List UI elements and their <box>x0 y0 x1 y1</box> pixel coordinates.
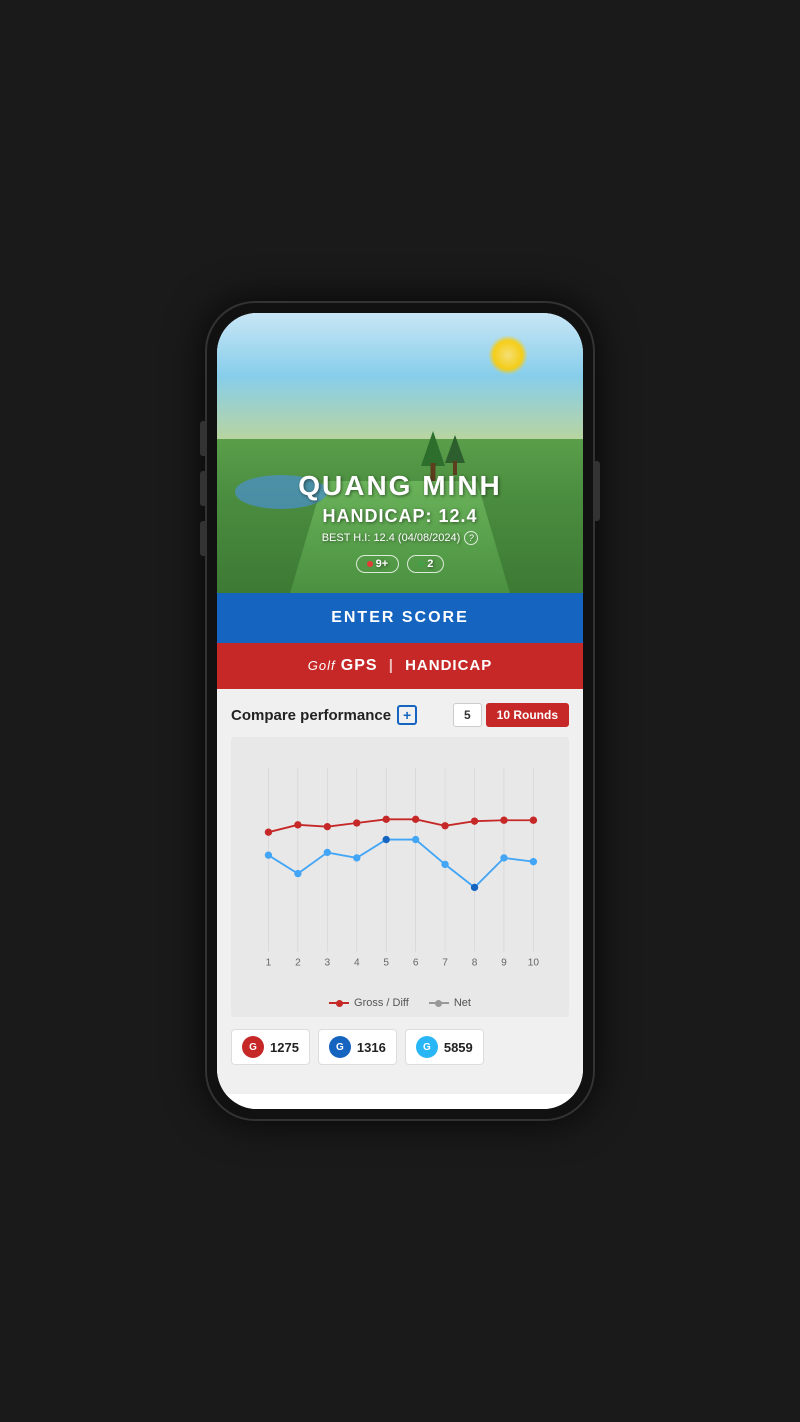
stat-card-0[interactable]: G 1275 <box>231 1029 310 1065</box>
svg-text:9: 9 <box>501 958 507 969</box>
stat-icon-1: G <box>329 1036 351 1058</box>
compare-title-group: Compare performance + <box>231 705 417 725</box>
svg-text:7: 7 <box>442 958 448 969</box>
hero-sky <box>217 313 583 439</box>
nav-item-location[interactable] <box>448 1104 498 1109</box>
legend-net-label: Net <box>454 997 471 1009</box>
svg-text:1: 1 <box>266 958 272 969</box>
badge-9plus-label: 9+ <box>376 558 389 570</box>
legend-line-gray <box>429 1002 449 1004</box>
stat-value-1: 1316 <box>357 1040 386 1055</box>
enter-score-button[interactable]: ENTER SCORE <box>217 593 583 643</box>
performance-chart: 1 2 3 4 5 6 7 8 9 10 <box>239 749 561 989</box>
legend-net: Net <box>429 997 471 1009</box>
rounds-5-button[interactable]: 5 <box>453 703 482 727</box>
group-icon <box>387 1108 413 1109</box>
gps-prefix: Golf <box>308 658 336 673</box>
player-name: QUANG MINH <box>298 470 502 502</box>
handicap-display: HANDICAP: 12.4 <box>298 506 502 527</box>
stat-value-0: 1275 <box>270 1040 299 1055</box>
help-icon[interactable]: ? <box>464 531 478 545</box>
hero-content: QUANG MINH HANDICAP: 12.4 BEST H.I: 12.4… <box>298 470 502 573</box>
apps-icon <box>533 1108 559 1109</box>
gps-handicap-button[interactable]: Golf GPS | HANDICAP <box>217 643 583 689</box>
legend-dot-gray <box>435 1000 442 1007</box>
gps-main: GPS <box>341 657 378 674</box>
compare-title-text: Compare performance <box>231 707 391 724</box>
legend-line-red <box>329 1002 349 1004</box>
badge-2: 2 <box>407 555 444 573</box>
rounds-selector: 5 10 Rounds <box>453 703 569 727</box>
svg-text:5: 5 <box>383 958 389 969</box>
hero-section: QUANG MINH HANDICAP: 12.4 BEST H.I: 12.4… <box>217 313 583 593</box>
stat-value-2: 5859 <box>444 1040 473 1055</box>
legend-gross-label: Gross / Diff <box>354 997 409 1009</box>
legend-dot-red <box>336 1000 343 1007</box>
main-content: Compare performance + 5 10 Rounds <box>217 689 583 1093</box>
location-icon <box>460 1108 486 1109</box>
chart-legend: Gross / Diff Net <box>239 997 561 1009</box>
stat-icon-2: G <box>416 1036 438 1058</box>
gps-suffix: HANDICAP <box>405 657 492 674</box>
gps-divider: | <box>389 657 394 674</box>
scroll-area[interactable]: QUANG MINH HANDICAP: 12.4 BEST H.I: 12.4… <box>217 313 583 1109</box>
stat-icon-0: G <box>242 1036 264 1058</box>
phone-frame: QUANG MINH HANDICAP: 12.4 BEST H.I: 12.4… <box>205 301 595 1121</box>
badge-2-label: 2 <box>427 558 433 570</box>
stat-card-1[interactable]: G 1316 <box>318 1029 397 1065</box>
phone-screen: QUANG MINH HANDICAP: 12.4 BEST H.I: 12.4… <box>217 313 583 1109</box>
nav-item-group[interactable] <box>375 1104 425 1109</box>
svg-text:3: 3 <box>325 958 331 969</box>
add-compare-button[interactable]: + <box>397 705 417 725</box>
legend-gross: Gross / Diff <box>329 997 409 1009</box>
profile-icon <box>314 1108 340 1109</box>
nav-item-home[interactable] <box>229 1104 279 1109</box>
svg-text:10: 10 <box>528 958 540 969</box>
best-hi-display: BEST H.I: 12.4 (04/08/2024) ? <box>298 531 502 545</box>
svg-text:8: 8 <box>472 958 478 969</box>
stat-card-2[interactable]: G 5859 <box>405 1029 484 1065</box>
badge-9plus: 9+ <box>356 555 400 573</box>
svg-text:6: 6 <box>413 958 419 969</box>
svg-text:4: 4 <box>354 958 360 969</box>
rounds-10-button[interactable]: 10 Rounds <box>486 703 569 727</box>
svg-text:2: 2 <box>295 958 301 969</box>
compare-header: Compare performance + 5 10 Rounds <box>231 703 569 727</box>
badge-dot-green <box>418 561 424 567</box>
stats-row: G 1275 G 1316 G 5859 <box>231 1029 569 1065</box>
chart-area: 1 2 3 4 5 6 7 8 9 10 <box>239 749 561 989</box>
home-icon <box>241 1108 267 1109</box>
nav-item-profile[interactable] <box>302 1104 352 1109</box>
badge-dot-red <box>367 561 373 567</box>
badge-row: 9+ 2 <box>298 555 502 573</box>
chart-container: 1 2 3 4 5 6 7 8 9 10 <box>231 737 569 1017</box>
nav-item-apps[interactable] <box>521 1104 571 1109</box>
bottom-nav <box>217 1093 583 1109</box>
